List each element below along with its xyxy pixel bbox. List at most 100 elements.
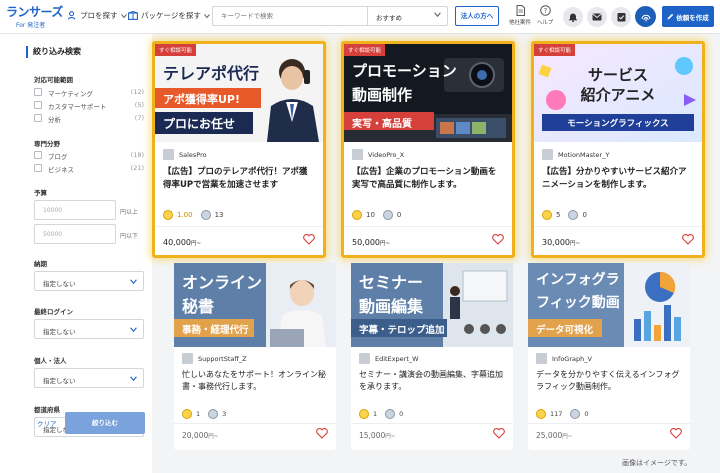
checkbox-marketing[interactable]: マーケティング (12): [34, 88, 144, 98]
card-title[interactable]: 【広告】企業のプロモーション動画を実写で高品質に制作します。: [352, 166, 504, 192]
prefecture-title: 都道府県: [34, 406, 60, 414]
find-package-menu[interactable]: パッケージを探す: [128, 10, 210, 21]
package-card[interactable]: すぐ相談可能 プロモーション 動画制作 実写・高品質 VideoPro_X 【広…: [341, 41, 515, 258]
budget-min-input[interactable]: 10000: [34, 200, 116, 220]
clipboard-check-icon: [617, 13, 625, 22]
seller-info[interactable]: InfoGraph_V: [536, 353, 592, 364]
package-card[interactable]: オンライン 秘書 事務・経理代行 SupportStaff_Z 忙しいあなたをサ…: [174, 263, 336, 450]
heart-icon[interactable]: [682, 234, 694, 245]
checkbox-box[interactable]: [34, 151, 42, 159]
deadline-value: 指定しない: [43, 280, 76, 288]
price-suffix: 円~: [380, 241, 391, 247]
checkbox-blog[interactable]: ブログ (18): [34, 151, 144, 161]
seller-avatar: [163, 149, 174, 160]
card-divider: [155, 226, 323, 227]
seller-info[interactable]: SalesPro: [163, 149, 207, 160]
heart-icon[interactable]: [492, 234, 504, 245]
entity-title: 個人・法人: [34, 357, 67, 365]
seller-name: SupportStaff_Z: [198, 354, 247, 363]
heart-icon[interactable]: [316, 428, 328, 439]
good-count: 1: [373, 410, 378, 418]
package-icon: [128, 11, 138, 20]
seller-info[interactable]: MotionMaster_Y: [542, 149, 609, 160]
seller-name: EditExpert_W: [375, 354, 419, 363]
budget-max-input[interactable]: 50000: [34, 224, 116, 244]
seller-avatar: [352, 149, 363, 160]
seller-name: VideoPro_X: [368, 150, 405, 159]
deadline-select[interactable]: 指定しない: [34, 271, 144, 291]
bad-count: 0: [584, 410, 589, 418]
seller-avatar: [182, 353, 193, 364]
seller-info[interactable]: VideoPro_X: [352, 149, 404, 160]
logo-text: ランサーズ: [6, 5, 63, 19]
rating-row: 1 0: [359, 409, 403, 419]
thumbnail-banner: 実写・高品質: [352, 119, 412, 130]
checkbox-box[interactable]: [34, 101, 42, 109]
card-title[interactable]: データを分かりやすく伝えるインフォグラフィック動画制作。: [536, 369, 682, 393]
available-range-title: 対応可能範囲: [34, 76, 73, 84]
bad-rating-icon: [382, 210, 393, 220]
search-input[interactable]: [213, 7, 368, 25]
package-card[interactable]: すぐ相談可能 サービス 紹介アニメ モーショングラフィックス MotionMas…: [531, 41, 705, 258]
chevron-down-icon: [130, 279, 137, 285]
checkbox-business[interactable]: ビジネス (21): [34, 164, 144, 174]
card-divider: [351, 423, 513, 424]
bad-count: 3: [222, 410, 227, 418]
price-suffix: 円~: [570, 241, 581, 247]
heart-icon[interactable]: [670, 428, 682, 439]
other-jobs-link[interactable]: 他社案件: [507, 5, 533, 26]
good-rating-icon: [352, 210, 362, 220]
apply-filter-button[interactable]: 絞り込む: [65, 412, 145, 434]
thumbnail-subline: 秘書: [182, 297, 215, 316]
tasks-button[interactable]: [611, 7, 631, 27]
seller-info[interactable]: EditExpert_W: [359, 353, 419, 364]
checkbox-label: ブログ: [48, 153, 68, 161]
checkbox-analysis[interactable]: 分析 (7): [34, 114, 144, 124]
heart-icon[interactable]: [493, 428, 505, 439]
lancers-logo[interactable]: ランサーズ For 発注者: [6, 3, 63, 29]
card-title[interactable]: セミナー・講演会の動画編集、字幕追加を承ります。: [359, 369, 505, 393]
checkbox-label: マーケティング: [48, 90, 93, 98]
card-title[interactable]: 【広告】分かりやすいサービス紹介アニメーションを制作します。: [542, 166, 694, 192]
card-title[interactable]: 忙しいあなたをサポート！オンライン秘書・事務代行します。: [182, 369, 328, 393]
thumbnail-headline: サービス: [587, 66, 648, 84]
find-pro-menu[interactable]: プロを探す: [68, 10, 127, 21]
notification-button[interactable]: [563, 7, 583, 27]
create-request-button[interactable]: 依頼を作成: [662, 6, 714, 27]
package-card[interactable]: セミナー 動画編集 字幕・テロップ追加 EditExpert_W セミナー・講演…: [351, 263, 513, 450]
help-link[interactable]: ? ヘルプ: [532, 5, 558, 26]
package-card[interactable]: すぐ相談可能 テレアポ代行 アポ獲得率UP! プロにお任せ SalesPro 【…: [152, 41, 326, 258]
thumbnail-subline: アポ獲得率UP!: [163, 93, 241, 106]
checkbox-box[interactable]: [34, 88, 42, 96]
bad-rating-icon: [568, 210, 579, 220]
clear-link[interactable]: クリア: [37, 418, 57, 428]
checkbox-count: (7): [134, 114, 144, 122]
bad-count: 13: [214, 211, 224, 219]
price: 20,000円~: [182, 431, 218, 440]
good-count: 117: [550, 410, 563, 418]
price: 40,000円~: [163, 238, 201, 247]
checkbox-label: ビジネス: [48, 166, 74, 174]
heart-icon[interactable]: [303, 234, 315, 245]
checkbox-box[interactable]: [34, 164, 42, 172]
package-card[interactable]: インフォグラ フィック動画 データ可視化 InfoGraph_V データを分かり…: [528, 263, 690, 450]
checkbox-box[interactable]: [34, 114, 42, 122]
status-badge: すぐ相談可能: [344, 44, 386, 56]
chevron-down-icon: [434, 12, 441, 18]
filter-sidebar: 絞り込み検索 対応可能範囲 マーケティング (12) カスタマーサポート (5)…: [0, 34, 152, 473]
card-title[interactable]: 【広告】プロのテレアポ代行！アポ獲得率UPで営業を加速させます: [163, 166, 315, 192]
checkbox-label: 分析: [48, 116, 61, 124]
card-thumbnail: すぐ相談可能 プロモーション 動画制作 実写・高品質: [344, 44, 512, 142]
entity-value: 指定しない: [43, 377, 76, 385]
messages-button[interactable]: [587, 7, 607, 27]
entity-select[interactable]: 指定しない: [34, 368, 144, 388]
checkbox-customer-support[interactable]: カスタマーサポート (5): [34, 101, 144, 111]
user-avatar[interactable]: [635, 6, 656, 27]
seller-info[interactable]: SupportStaff_Z: [182, 353, 247, 364]
checkbox-count: (18): [130, 151, 144, 159]
last-login-select[interactable]: 指定しない: [34, 319, 144, 339]
sort-select[interactable]: おすすめ: [369, 7, 447, 25]
checkbox-label: カスタマーサポート: [48, 103, 107, 111]
corporate-button[interactable]: 法人の方へ: [455, 6, 499, 26]
seller-name: MotionMaster_Y: [558, 150, 610, 159]
